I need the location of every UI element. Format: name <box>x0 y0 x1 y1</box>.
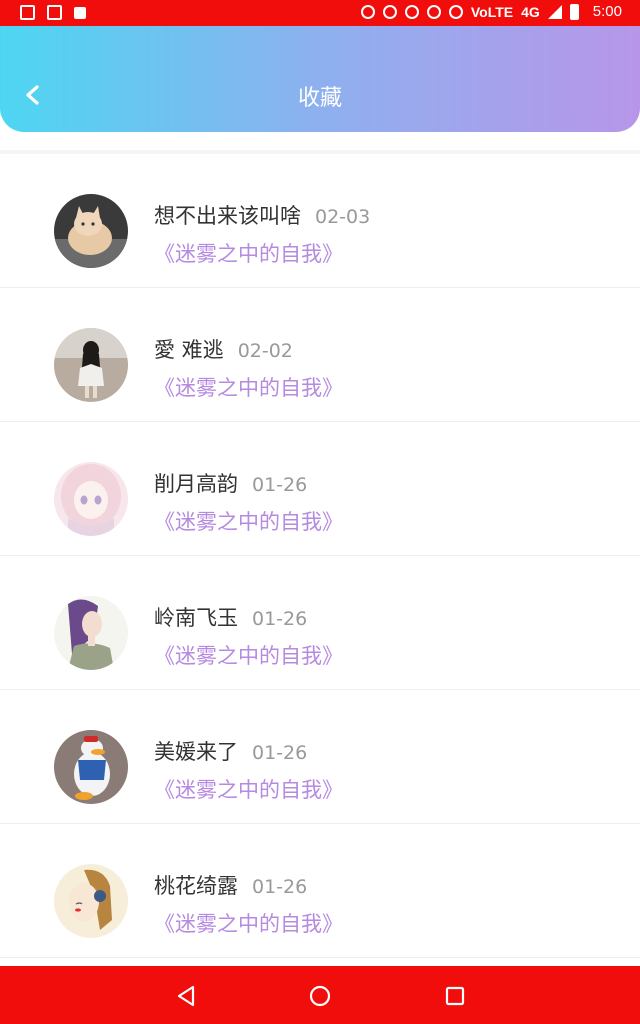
favorite-date: 02-03 <box>315 206 371 228</box>
favorite-date: 01-26 <box>252 608 308 630</box>
vibrate-icon <box>404 4 419 19</box>
list-item[interactable]: 想不出来该叫啥 02-03 《迷雾之中的自我》 <box>0 154 640 288</box>
alarm-icon <box>426 4 441 19</box>
page-title: 收藏 <box>297 86 342 111</box>
donald-duck-avatar <box>54 730 128 804</box>
user-name: 愛 难逃 02-02 <box>154 338 293 362</box>
activity-notification-icon <box>47 5 62 20</box>
girl-photo-avatar <box>54 328 128 402</box>
list-item[interactable]: 削月高韵 01-26 《迷雾之中的自我》 <box>0 422 640 556</box>
favorite-date: 02-02 <box>237 340 293 362</box>
user-name: 美媛来了 01-26 <box>154 740 308 764</box>
recent-apps-square-icon[interactable] <box>443 984 467 1008</box>
list-item[interactable]: 美媛来了 01-26 《迷雾之中的自我》 <box>0 690 640 824</box>
user-name: 削月高韵 01-26 <box>154 472 308 496</box>
status-bar: VoLTE 4G 5:00 <box>0 0 640 26</box>
favorite-date: 01-26 <box>252 474 308 496</box>
favorites-list: 想不出来该叫啥 02-03 《迷雾之中的自我》 愛 难逃 02-02 《迷雾之中的自… <box>0 150 640 966</box>
user-name: 桃花绮露 01-26 <box>154 874 308 898</box>
list-item[interactable]: 愛 难逃 02-02 《迷雾之中的自我》 <box>0 288 640 422</box>
cat-avatar <box>54 194 128 268</box>
volte-label: VoLTE <box>470 3 514 20</box>
list-item[interactable]: 桃花绮露 01-26 《迷雾之中的自我》 <box>0 824 640 958</box>
book-title[interactable]: 《迷雾之中的自我》 <box>154 640 343 670</box>
book-title[interactable]: 《迷雾之中的自我》 <box>154 774 343 804</box>
image-notification-icon <box>20 5 35 20</box>
book-title[interactable]: 《迷雾之中的自我》 <box>154 238 343 268</box>
list-item[interactable]: 岭南飞玉 01-26 《迷雾之中的自我》 <box>0 556 640 690</box>
favorite-date: 01-26 <box>252 742 308 764</box>
navigation-bar <box>0 966 640 1024</box>
lock-icon <box>74 7 86 19</box>
battery-icon <box>569 3 579 20</box>
clock: 5:00 <box>592 3 622 20</box>
network-label: 4G <box>521 3 540 20</box>
favorite-date: 01-26 <box>252 876 308 898</box>
book-title[interactable]: 《迷雾之中的自我》 <box>154 908 343 938</box>
back-triangle-icon[interactable] <box>174 984 198 1008</box>
book-title[interactable]: 《迷雾之中的自我》 <box>154 506 343 536</box>
data-saver-icon <box>360 4 375 19</box>
illustrated-girl-avatar <box>54 596 128 670</box>
wifi-icon <box>448 4 463 19</box>
home-circle-icon[interactable] <box>308 984 332 1008</box>
header: 收藏 <box>0 26 640 132</box>
sketch-girl-avatar <box>54 864 128 938</box>
signal-icon <box>547 4 562 19</box>
user-name: 想不出来该叫啥 02-03 <box>154 204 371 228</box>
location-icon <box>382 4 397 19</box>
anime-girl-avatar <box>54 462 128 536</box>
user-name: 岭南飞玉 01-26 <box>154 606 308 630</box>
book-title[interactable]: 《迷雾之中的自我》 <box>154 372 343 402</box>
